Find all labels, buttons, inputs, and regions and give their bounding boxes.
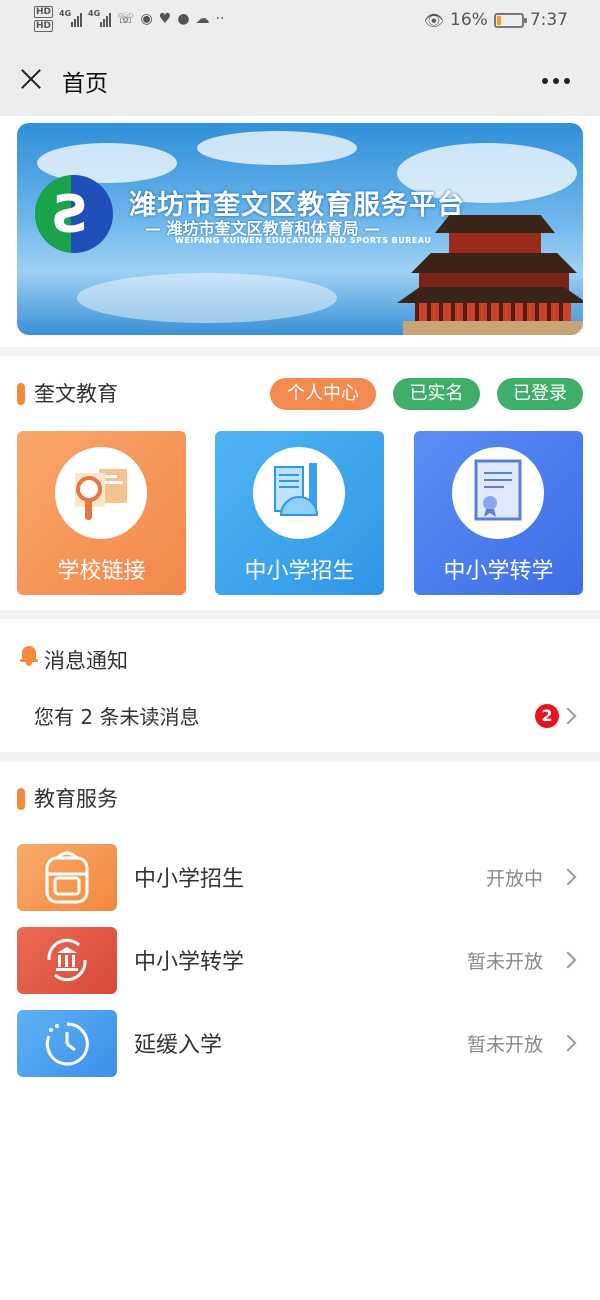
clock-icon — [17, 1010, 117, 1077]
banner[interactable]: Ƨ 潍坊市奎文区教育服务平台 — 潍坊市奎文区教育和体育局 — WEIFANG … — [17, 123, 583, 335]
bell-icon — [20, 646, 38, 666]
card-transfer[interactable]: 中小学转学 — [414, 431, 583, 595]
unread-badge: 2 — [535, 704, 559, 728]
notice-title: 消息通知 — [44, 649, 128, 673]
cloud-decoration — [77, 273, 337, 323]
card-enrollment-label: 中小学招生 — [244, 559, 355, 584]
verified-tag: 已实名 — [393, 378, 480, 410]
chevron-right-icon[interactable] — [559, 707, 577, 725]
battery-percent: 16% — [450, 10, 488, 30]
notice-message[interactable]: 您有 2 条未读消息 — [34, 701, 199, 730]
card-school-link[interactable]: 学校链接 — [17, 431, 186, 595]
ruler-book-icon — [253, 447, 345, 539]
pavilion-image — [397, 215, 583, 335]
close-icon[interactable] — [18, 66, 44, 92]
section-marker — [17, 788, 25, 810]
more-icon[interactable] — [542, 78, 570, 84]
service-status: 开放中 — [485, 868, 543, 890]
status-left: HD HD 4G 4G ☏ ◉ ♥ ● ☁ ·· — [34, 6, 224, 32]
nav-bar: 首页 — [0, 44, 600, 116]
card-enrollment[interactable]: 中小学招生 — [215, 431, 384, 595]
page-title: 首页 — [62, 71, 108, 97]
service-name: 中小学转学 — [134, 950, 245, 975]
certificate-icon — [452, 447, 544, 539]
cloud-decoration — [197, 131, 357, 165]
status-right: 👁 16% 7:37 — [424, 10, 568, 30]
backpack-icon — [17, 844, 117, 911]
section-divider — [0, 752, 600, 761]
personal-center-tag[interactable]: 个人中心 — [270, 378, 376, 410]
card-school-link-label: 学校链接 — [57, 559, 146, 584]
app-notification-icon: ◉ — [140, 11, 153, 27]
chevron-right-icon[interactable] — [559, 951, 577, 969]
signal-icon-2: 4G — [88, 9, 112, 27]
hd1-label: HD — [34, 6, 54, 18]
eye-comfort-icon: 👁 — [423, 10, 445, 30]
section-divider — [0, 347, 600, 356]
signal-icon-1: 4G — [59, 9, 83, 27]
bureau-logo: Ƨ — [35, 175, 113, 253]
missed-call-icon: ☏ — [117, 11, 135, 27]
section-marker — [17, 383, 25, 405]
logged-in-tag: 已登录 — [497, 378, 583, 410]
chevron-right-icon[interactable] — [559, 868, 577, 886]
network-label-2: 4G — [88, 9, 101, 18]
status-bar: HD HD 4G 4G ☏ ◉ ♥ ● ☁ ·· 👁 16% 7:37 — [0, 0, 600, 44]
service-name: 延缓入学 — [134, 1033, 223, 1058]
service-status: 暂未开放 — [466, 1034, 543, 1056]
school-link-icon — [55, 447, 147, 539]
wechat-icon: ☁ — [195, 11, 210, 27]
more-notifications-icon: ·· — [215, 11, 225, 27]
banner-english: WEIFANG KUIWEN EDUCATION AND SPORTS BURE… — [175, 236, 432, 245]
service-status: 暂未开放 — [466, 951, 543, 973]
health-icon: ♥ — [158, 11, 172, 27]
transfer-building-icon — [17, 927, 117, 994]
hd2-label: HD — [34, 20, 54, 32]
chevron-right-icon[interactable] — [559, 1034, 577, 1052]
hd-indicator: HD HD — [34, 6, 54, 32]
clock-time: 7:37 — [529, 10, 568, 30]
battery-icon — [493, 12, 527, 28]
section-divider — [0, 610, 600, 619]
section-title-services: 教育服务 — [34, 787, 118, 811]
service-name: 中小学招生 — [134, 867, 245, 892]
section-title-main: 奎文教育 — [34, 382, 118, 406]
app-icon: ● — [177, 11, 190, 27]
card-transfer-label: 中小学转学 — [443, 559, 554, 584]
network-label-1: 4G — [59, 9, 72, 18]
